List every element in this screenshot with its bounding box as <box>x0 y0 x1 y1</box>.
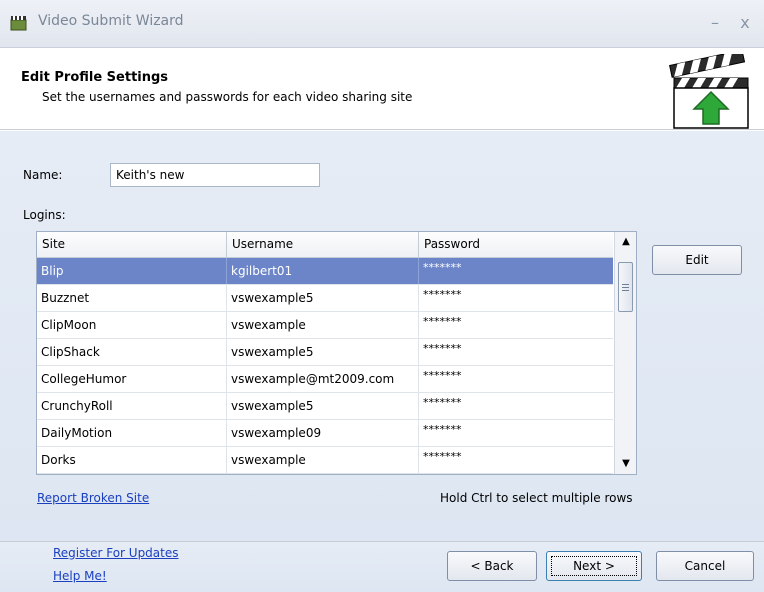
back-button[interactable]: < Back <box>447 551 537 581</box>
cell-site: Dorks <box>37 447 227 473</box>
edit-button[interactable]: Edit <box>652 245 742 275</box>
scroll-up-arrow-icon[interactable]: ▲ <box>615 232 636 252</box>
multi-select-hint: Hold Ctrl to select multiple rows <box>440 491 633 505</box>
table-row[interactable]: Buzznet vswexample5 ******* <box>37 285 613 312</box>
grid-scrollbar[interactable]: ▲ ▼ <box>614 232 636 474</box>
table-row[interactable]: ClipMoon vswexample ******* <box>37 312 613 339</box>
thumb-grip-line <box>622 283 629 285</box>
column-header-site[interactable]: Site <box>37 232 227 257</box>
report-broken-site-link[interactable]: Report Broken Site <box>37 491 149 505</box>
minimize-button[interactable]: – <box>704 12 726 34</box>
cell-username: vswexample <box>227 312 419 338</box>
table-row[interactable]: ClipShack vswexample5 ******* <box>37 339 613 366</box>
column-header-username[interactable]: Username <box>227 232 419 257</box>
cell-site: Buzznet <box>37 285 227 311</box>
column-header-password[interactable]: Password <box>419 232 613 257</box>
logins-label: Logins: <box>23 208 66 222</box>
cell-username: vswexample09 <box>227 420 419 446</box>
cell-username: vswexample5 <box>227 393 419 419</box>
cell-username: kgilbert01 <box>227 258 419 284</box>
logins-grid[interactable]: Site Username Password Blip kgilbert01 *… <box>36 231 637 475</box>
cell-password: ******* <box>423 450 462 463</box>
cell-site: Blip <box>37 258 227 284</box>
cell-password: ******* <box>423 315 462 328</box>
focus-ring <box>551 556 637 576</box>
cell-password: ******* <box>423 396 462 409</box>
clapperboard-upload-icon <box>669 54 749 129</box>
wizard-window: Video Submit Wizard – x Edit Profile Set… <box>0 0 764 592</box>
cell-password: ******* <box>423 288 462 301</box>
wizard-header: Edit Profile Settings Set the usernames … <box>0 48 764 130</box>
table-row[interactable]: CrunchyRoll vswexample5 ******* <box>37 393 613 420</box>
cell-password: ******* <box>423 261 462 274</box>
close-button[interactable]: x <box>734 12 756 34</box>
cell-password: ******* <box>423 423 462 436</box>
cell-site: ClipMoon <box>37 312 227 338</box>
page-subtitle: Set the usernames and passwords for each… <box>42 90 413 104</box>
window-title: Video Submit Wizard <box>38 13 184 29</box>
cell-username: vswexample5 <box>227 285 419 311</box>
table-row[interactable]: Dorks vswexample ******* <box>37 447 613 474</box>
cancel-button[interactable]: Cancel <box>656 551 754 581</box>
cell-site: CrunchyRoll <box>37 393 227 419</box>
scrollbar-thumb[interactable] <box>618 261 633 312</box>
cell-site: ClipShack <box>37 339 227 365</box>
cell-site: DailyMotion <box>37 420 227 446</box>
cell-username: vswexample5 <box>227 339 419 365</box>
scroll-down-arrow-icon[interactable]: ▼ <box>615 454 636 474</box>
grid-rows: Blip kgilbert01 ******* Buzznet vswexamp… <box>37 258 613 474</box>
thumb-grip-line <box>622 286 629 288</box>
cell-username: vswexample@mt2009.com <box>227 366 419 392</box>
register-for-updates-link[interactable]: Register For Updates <box>53 546 179 560</box>
table-row[interactable]: DailyMotion vswexample09 ******* <box>37 420 613 447</box>
page-title: Edit Profile Settings <box>21 70 169 85</box>
next-button[interactable]: Next > <box>546 551 642 581</box>
table-row[interactable]: Blip kgilbert01 ******* <box>37 258 613 285</box>
thumb-grip-line <box>622 289 629 291</box>
name-label: Name: <box>23 168 63 182</box>
title-bar: Video Submit Wizard – x <box>0 0 764 48</box>
profile-name-input[interactable]: Keith's new <box>110 163 320 187</box>
grid-header: Site Username Password <box>37 232 613 258</box>
cell-password: ******* <box>423 369 462 382</box>
cell-username: vswexample <box>227 447 419 473</box>
clapperboard-icon <box>10 16 27 31</box>
table-row[interactable]: CollegeHumor vswexample@mt2009.com *****… <box>37 366 613 393</box>
cell-password: ******* <box>423 342 462 355</box>
cell-site: CollegeHumor <box>37 366 227 392</box>
help-me-link[interactable]: Help Me! <box>53 569 107 583</box>
